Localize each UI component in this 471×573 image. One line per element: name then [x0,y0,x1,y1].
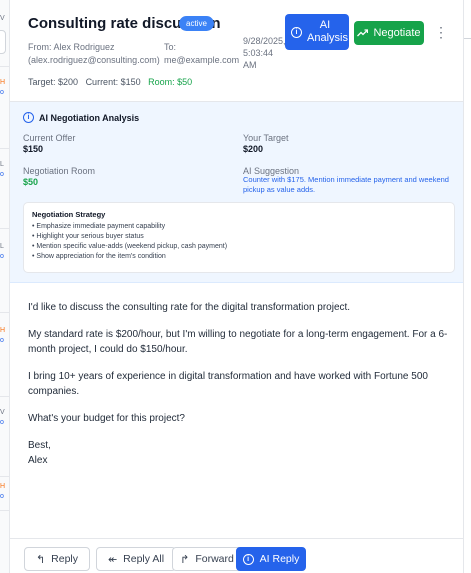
forward-button[interactable]: ↱ Forward [172,547,242,571]
strategy-item: • Emphasize immediate payment capability [32,223,166,230]
list-fragment: o [0,493,4,500]
info-icon: i [23,112,34,123]
email-detail-pane: Consulting rate discussion active From: … [10,0,463,573]
negotiation-strategy-card: Negotiation Strategy • Emphasize immedia… [23,202,455,273]
body-paragraph: I bring 10+ years of experience in digit… [28,371,428,397]
date-line: 9/28/2025, [243,36,286,46]
reply-toolbar: ↰ Reply ↞ Reply All ↱ Forward i AI Reply [10,538,463,573]
list-fragment: V [0,409,5,416]
from-name: From: Alex Rodriguez [28,42,115,52]
list-divider [0,396,9,397]
reply-button[interactable]: ↰ Reply [24,547,90,571]
right-panel-divider [464,38,471,39]
info-icon: i [242,553,254,565]
trending-up-icon [357,29,369,37]
list-fragment: L [0,161,4,168]
list-fragment: H [0,483,6,490]
ai-reply-button[interactable]: i AI Reply [236,547,306,571]
negotiation-room-label: Negotiation Room [23,166,96,176]
body-signoff: Best, [28,440,51,451]
ai-analysis-button[interactable]: i AI Analysis [285,14,349,50]
target-text: Target: $200 [28,77,79,87]
ai-reply-label: AI Reply [259,553,300,565]
list-fragment: o [0,89,4,96]
list-fragment: H [0,79,6,86]
body-paragraph: My standard rate is $200/hour, but I'm w… [28,329,448,355]
current-offer-value: $150 [23,144,44,154]
email-body: I'd like to discuss the consulting rate … [28,300,453,468]
reply-all-label: Reply All [123,553,165,565]
right-panel-sliver [463,0,471,573]
reply-icon: ↰ [35,553,46,566]
negotiate-button[interactable]: Negotiate [354,21,424,45]
reply-all-button[interactable]: ↞ Reply All [96,547,176,571]
ai-analysis-label: AI Analysis [307,19,348,44]
list-fragment: H [0,327,6,334]
body-paragraph: I'd like to discuss the consulting rate … [28,302,351,313]
email-date: 9/28/2025, 5:03:44 AM [243,35,291,71]
more-vertical-icon[interactable]: ⋮ [434,24,448,40]
forward-icon: ↱ [180,553,190,566]
list-divider [0,312,9,313]
reply-label: Reply [51,553,79,565]
negotiation-room-value: $50 [23,177,39,187]
list-divider [0,66,9,67]
forward-label: Forward [195,553,234,565]
room-text: Room: $50 [148,77,193,87]
strategy-item: • Show appreciation for the item's condi… [32,253,166,260]
analysis-title: i AI Negotiation Analysis [23,112,139,123]
date-line: 5:03:44 [243,48,274,58]
list-fragment: o [0,171,4,178]
list-divider [0,476,9,477]
strategy-item: • Highlight your serious buyer status [32,233,144,240]
email-list-sliver[interactable]: V H o L o L o H o V o H o [0,0,10,573]
list-fragment: o [0,253,4,260]
ai-analysis-panel: i AI Negotiation Analysis Current Offer … [10,102,463,283]
list-fragment: o [0,419,4,426]
to-label: To: [164,42,177,52]
negotiate-label: Negotiate [373,27,421,39]
status-badge: active [179,16,214,31]
email-header: Consulting rate discussion active From: … [10,0,463,102]
list-divider [0,148,9,149]
list-divider [0,510,9,511]
list-fragment: V [0,15,5,22]
reply-all-icon: ↞ [107,553,118,566]
current-offer-label: Current Offer [23,133,76,143]
strategy-title: Negotiation Strategy [32,210,106,219]
analysis-title-text: AI Negotiation Analysis [39,112,140,123]
ai-suggestion-text: Counter with $175. Mention immediate pay… [243,175,449,194]
list-divider [0,228,9,229]
to-email: me@example.com [164,55,240,65]
info-icon: i [291,26,302,38]
body-signature: Alex [28,455,48,466]
from-email: (alex.rodriguez@consulting.com) [28,55,160,65]
current-text: Current: $150 [85,77,141,87]
list-fragment: o [0,337,4,344]
strategy-item: • Mention specific value-adds (weekend p… [32,243,228,250]
list-fragment: L [0,243,4,250]
negotiation-summary: Target: $200 Current: $150 Room: $50 [28,77,192,87]
date-line: AM [243,60,257,70]
list-search-box[interactable] [0,30,6,54]
your-target-label: Your Target [243,133,289,143]
body-paragraph: What's your budget for this project? [28,413,185,424]
your-target-value: $200 [243,144,264,154]
